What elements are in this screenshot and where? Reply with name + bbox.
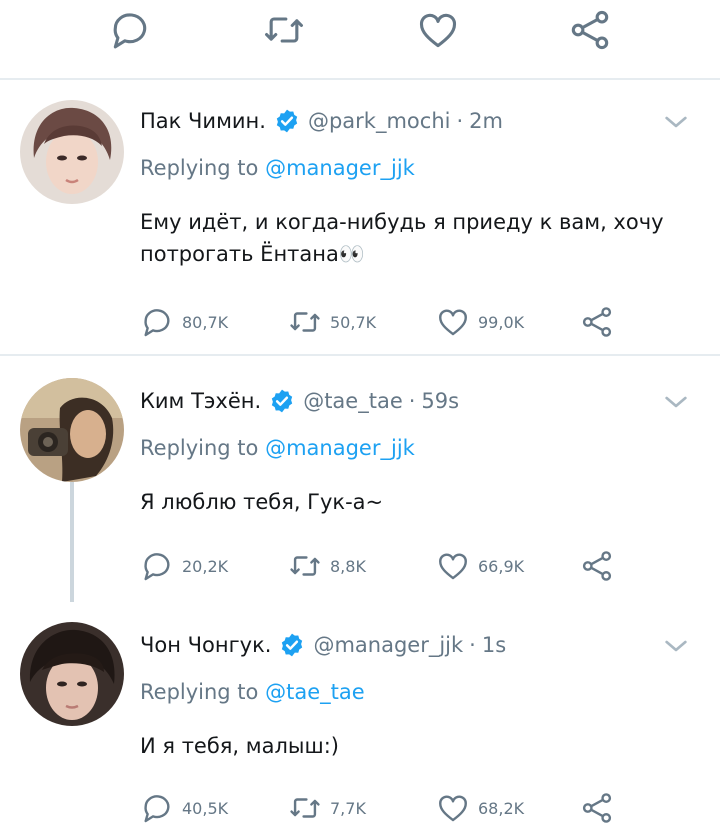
speech-bubble-icon xyxy=(140,791,174,825)
share-button[interactable] xyxy=(580,302,622,342)
share-button[interactable] xyxy=(580,546,622,586)
tweet-text: Я люблю тебя, Гук-а~ xyxy=(140,490,384,514)
timestamp[interactable]: 1s xyxy=(482,633,506,657)
heart-icon[interactable] xyxy=(416,8,460,52)
tweet-tae-tae[interactable]: Ким Тэхён. @tae_tae · 59s Replying to @m… xyxy=(0,356,720,602)
top-action-bar xyxy=(0,0,720,78)
share-icon xyxy=(580,549,614,583)
mention-link[interactable]: @tae_tae xyxy=(265,680,365,704)
tweet-text: Ему идёт, и когда-нибудь я приеду к вам,… xyxy=(140,210,664,266)
tweet-actions: 40,5K 7,7K 68,2K xyxy=(140,788,620,828)
retweet-button[interactable]: 7,7K xyxy=(288,788,366,828)
retweet-count: 50,7K xyxy=(330,312,377,332)
share-icon xyxy=(580,791,614,825)
reply-count: 20,2K xyxy=(182,556,229,576)
retweet-icon xyxy=(288,305,322,339)
like-button[interactable]: 68,2K xyxy=(436,788,524,828)
share-button[interactable] xyxy=(580,788,622,828)
avatar[interactable] xyxy=(20,100,124,204)
display-name[interactable]: Чон Чонгук. xyxy=(140,633,271,657)
tweet-manager-jjk[interactable]: Чон Чонгук. @manager_jjk · 1s Replying t… xyxy=(0,602,720,830)
separator-dot: · xyxy=(469,633,476,657)
reply-button[interactable]: 20,2K xyxy=(140,546,228,586)
replying-to-label: Replying to xyxy=(140,680,259,704)
tweet-header: Пак Чимин. @park_mochi · 2m xyxy=(140,104,503,138)
chevron-down-icon[interactable] xyxy=(660,106,692,138)
verified-badge-icon xyxy=(279,632,305,658)
tweet-actions: 20,2K 8,8K 66,9K xyxy=(140,546,620,586)
reply-count: 40,5K xyxy=(182,798,229,818)
speech-bubble-icon xyxy=(140,549,174,583)
reply-button[interactable]: 40,5K xyxy=(140,788,228,828)
reply-button[interactable]: 80,7K xyxy=(140,302,228,342)
timestamp[interactable]: 2m xyxy=(469,109,503,133)
reply-count: 80,7K xyxy=(182,312,229,332)
like-count: 68,2K xyxy=(478,798,525,818)
replying-to: Replying to @manager_jjk xyxy=(140,436,415,460)
verified-badge-icon xyxy=(269,388,295,414)
mention-link[interactable]: @manager_jjk xyxy=(265,436,415,460)
like-count: 66,9K xyxy=(478,556,525,576)
handle[interactable]: @tae_tae xyxy=(303,389,403,413)
retweet-count: 8,8K xyxy=(330,556,366,576)
speech-bubble-icon[interactable] xyxy=(108,8,152,52)
tweet-text: И я тебя, малыш:) xyxy=(140,734,339,758)
display-name[interactable]: Пак Чимин. xyxy=(140,109,266,133)
like-button[interactable]: 99,0K xyxy=(436,302,524,342)
avatar[interactable] xyxy=(20,378,124,482)
timestamp[interactable]: 59s xyxy=(421,389,459,413)
like-button[interactable]: 66,9K xyxy=(436,546,524,586)
separator-dot: · xyxy=(408,389,416,413)
chevron-down-icon[interactable] xyxy=(660,630,692,662)
share-icon[interactable] xyxy=(568,8,612,52)
replying-to: Replying to @manager_jjk xyxy=(140,156,415,180)
heart-icon xyxy=(436,791,470,825)
separator-dot: · xyxy=(456,109,464,133)
retweet-button[interactable]: 8,8K xyxy=(288,546,366,586)
replying-to-label: Replying to xyxy=(140,436,259,460)
chevron-down-icon[interactable] xyxy=(660,386,692,418)
tweet-actions: 80,7K 50,7K 99,0K xyxy=(140,302,620,342)
tweet-header: Ким Тэхён. @tae_tae · 59s xyxy=(140,384,459,418)
share-icon xyxy=(580,305,614,339)
verified-badge-icon xyxy=(274,108,300,134)
retweet-count: 7,7K xyxy=(330,798,366,818)
mention-link[interactable]: @manager_jjk xyxy=(265,156,415,180)
tweet-header: Чон Чонгук. @manager_jjk · 1s xyxy=(140,628,506,662)
heart-icon xyxy=(436,549,470,583)
replying-to-label: Replying to xyxy=(140,156,259,180)
display-name[interactable]: Ким Тэхён. xyxy=(140,389,261,413)
retweet-icon xyxy=(288,549,322,583)
handle[interactable]: @manager_jjk xyxy=(313,633,463,657)
heart-icon xyxy=(436,305,470,339)
thread-line xyxy=(70,482,74,602)
retweet-icon[interactable] xyxy=(262,8,306,52)
replying-to: Replying to @tae_tae xyxy=(140,680,365,704)
speech-bubble-icon xyxy=(140,305,174,339)
retweet-icon xyxy=(288,791,322,825)
handle[interactable]: @park_mochi xyxy=(308,109,451,133)
retweet-button[interactable]: 50,7K xyxy=(288,302,376,342)
avatar[interactable] xyxy=(20,622,124,726)
tweet-park-mochi[interactable]: Пак Чимин. @park_mochi · 2m Replying to … xyxy=(0,80,720,354)
like-count: 99,0K xyxy=(478,312,525,332)
